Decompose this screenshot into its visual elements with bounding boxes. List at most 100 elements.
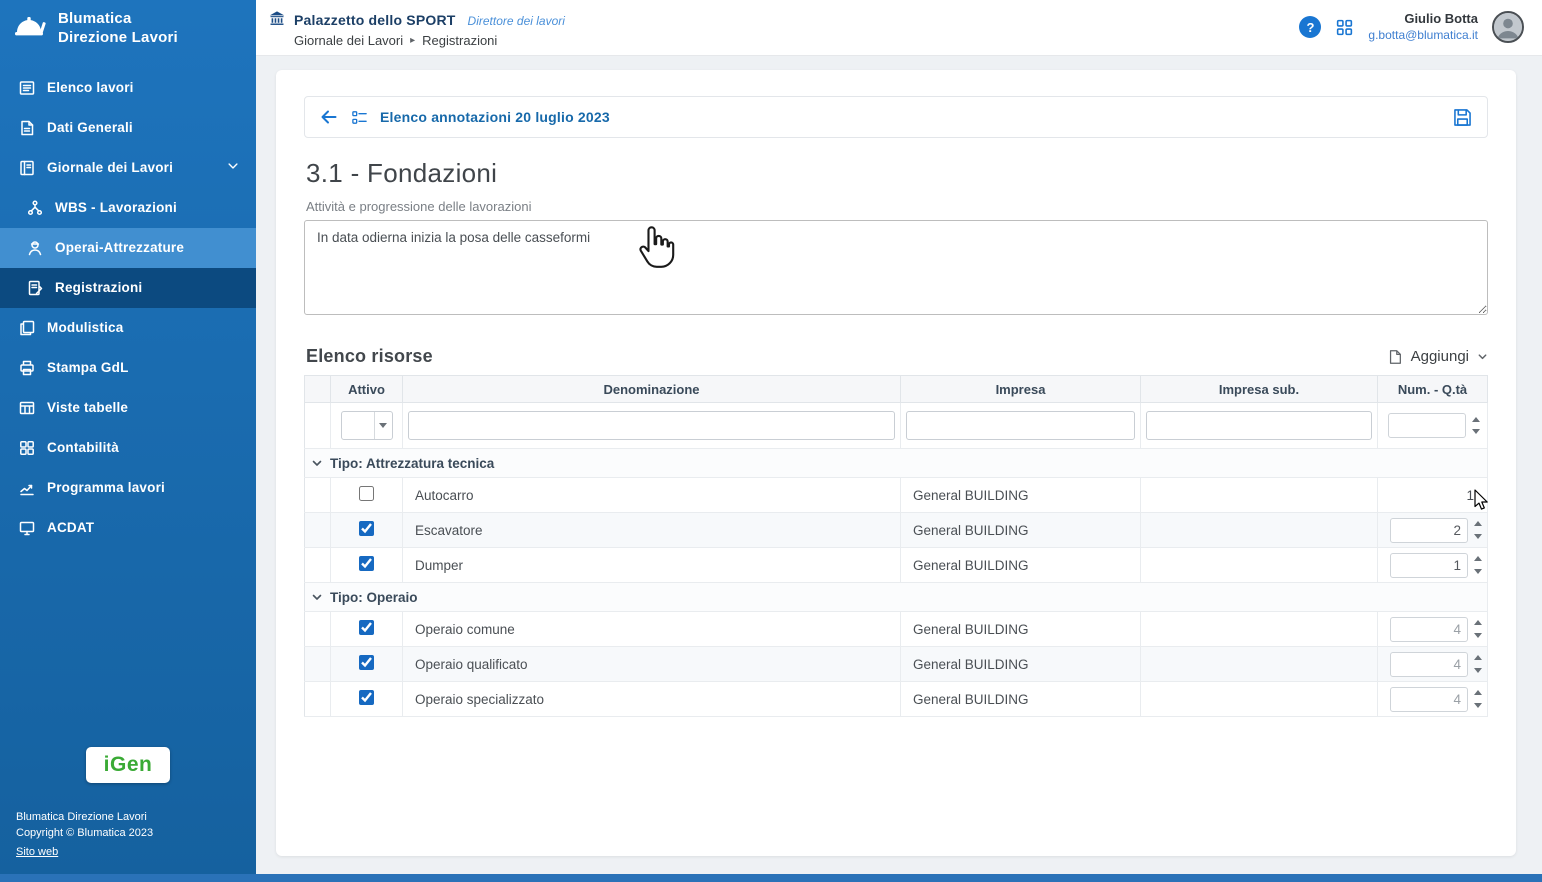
- sidebar-item-label: Giornale dei Lavori: [47, 160, 173, 175]
- sidebar-item-label: Stampa GdL: [47, 360, 129, 375]
- chevron-down-icon[interactable]: [374, 412, 392, 439]
- help-icon[interactable]: ?: [1299, 16, 1321, 38]
- hard-hat-icon: [14, 14, 48, 44]
- sidebar-item-label: ACDAT: [47, 520, 94, 535]
- column-header-impresa[interactable]: Impresa: [901, 376, 1141, 403]
- document-icon: [18, 119, 36, 137]
- spin-down-button[interactable]: [1471, 629, 1484, 642]
- resource-name: Operaio specializzato: [415, 692, 544, 707]
- footer-website-link[interactable]: Sito web: [16, 844, 58, 861]
- column-header-num-qta[interactable]: Num. - Q.tà: [1378, 376, 1488, 403]
- resource-name: Operaio qualificato: [415, 657, 528, 672]
- active-filter-select[interactable]: [341, 411, 393, 440]
- worker-icon: [26, 239, 44, 257]
- sidebar-item-dati-generali[interactable]: Dati Generali: [0, 108, 256, 148]
- sidebar-item-registrazioni[interactable]: Registrazioni: [0, 268, 256, 308]
- num-filter-input[interactable]: [1388, 413, 1466, 438]
- new-document-icon: [1387, 349, 1403, 365]
- chevron-down-icon: [1477, 351, 1488, 362]
- table-row: Operaio qualificato General BUILDING: [305, 647, 1488, 682]
- sidebar-footer: iGen Blumatica Direzione Lavori Copyrigh…: [0, 747, 256, 875]
- sidebar-item-label: Dati Generali: [47, 120, 133, 135]
- row-active-checkbox[interactable]: [359, 690, 374, 705]
- bottom-bar: [0, 874, 1542, 882]
- user-name: Giulio Botta: [1368, 11, 1478, 28]
- list-icon: [18, 79, 36, 97]
- sidebar-item-contabilita[interactable]: Contabilità: [0, 428, 256, 468]
- spin-down-button[interactable]: [1471, 699, 1484, 712]
- resource-name: Escavatore: [415, 523, 483, 538]
- resource-company: General BUILDING: [913, 622, 1029, 637]
- spin-down-button[interactable]: [1471, 530, 1484, 543]
- chevron-down-icon[interactable]: [226, 159, 240, 176]
- registration-card: Elenco annotazioni 20 luglio 2023 3.1 - …: [276, 70, 1516, 856]
- column-header-attivo[interactable]: Attivo: [331, 376, 403, 403]
- sidebar-item-label: Registrazioni: [55, 280, 142, 295]
- sidebar-item-stampa-gdl[interactable]: Stampa GdL: [0, 348, 256, 388]
- sidebar-item-label: Programma lavori: [47, 480, 165, 495]
- footer-app-name: Blumatica Direzione Lavori: [16, 809, 240, 826]
- resource-company: General BUILDING: [913, 523, 1029, 538]
- impresa-sub-filter-input[interactable]: [1146, 411, 1372, 440]
- denominazione-filter-input[interactable]: [408, 411, 895, 440]
- spin-up-button[interactable]: [1471, 617, 1484, 630]
- sidebar-item-wbs-lavorazioni[interactable]: WBS - Lavorazioni: [0, 188, 256, 228]
- group-label: Tipo: Operaio: [330, 590, 418, 605]
- spin-down-button[interactable]: [1471, 664, 1484, 677]
- resource-qty-input[interactable]: [1390, 553, 1468, 578]
- row-active-checkbox[interactable]: [359, 655, 374, 670]
- row-active-checkbox[interactable]: [359, 556, 374, 571]
- spin-up-button[interactable]: [1471, 652, 1484, 665]
- sidebar-item-elenco-lavori[interactable]: Elenco lavori: [0, 68, 256, 108]
- journal-icon: [18, 159, 36, 177]
- top-header: Palazzetto dello SPORT Direttore dei lav…: [256, 0, 1542, 56]
- row-active-checkbox[interactable]: [359, 486, 374, 501]
- row-active-checkbox[interactable]: [359, 620, 374, 635]
- spin-up-button[interactable]: [1471, 687, 1484, 700]
- resource-name: Autocarro: [415, 488, 474, 503]
- impresa-filter-input[interactable]: [906, 411, 1135, 440]
- page-title: 3.1 - Fondazioni: [306, 158, 1488, 189]
- column-header-denominazione[interactable]: Denominazione: [403, 376, 901, 403]
- resource-company: General BUILDING: [913, 692, 1029, 707]
- group-row[interactable]: Tipo: Operaio: [305, 583, 1488, 612]
- resource-company: General BUILDING: [913, 488, 1029, 503]
- sidebar-item-modulistica[interactable]: Modulistica: [0, 308, 256, 348]
- apps-grid-icon[interactable]: [1335, 18, 1354, 37]
- sidebar-item-giornale-dei-lavori[interactable]: Giornale dei Lavori: [0, 148, 256, 188]
- group-row[interactable]: Tipo: Attrezzatura tecnica: [305, 449, 1488, 478]
- resource-qty-input[interactable]: [1390, 652, 1468, 677]
- spin-down-button[interactable]: [1469, 426, 1482, 439]
- project-role: Direttore dei lavori: [468, 14, 565, 28]
- sidebar-item-programma-lavori[interactable]: Programma lavori: [0, 468, 256, 508]
- back-button[interactable]: [319, 107, 339, 127]
- spin-up-button[interactable]: [1471, 553, 1484, 566]
- save-button[interactable]: [1452, 107, 1473, 128]
- sidebar-item-viste-tabelle[interactable]: Viste tabelle: [0, 388, 256, 428]
- breadcrumb-item: Registrazioni: [422, 33, 497, 48]
- resource-qty-input[interactable]: [1390, 687, 1468, 712]
- resource-qty-input[interactable]: [1390, 617, 1468, 642]
- row-active-checkbox[interactable]: [359, 521, 374, 536]
- printer-icon: [18, 359, 36, 377]
- spin-up-button[interactable]: [1469, 413, 1482, 426]
- resource-qty-input[interactable]: [1390, 518, 1468, 543]
- table-row: Autocarro General BUILDING 1: [305, 478, 1488, 513]
- annotation-title[interactable]: Elenco annotazioni 20 luglio 2023: [380, 109, 610, 125]
- sidebar-item-acdat[interactable]: ACDAT: [0, 508, 256, 548]
- annotation-toolbar: Elenco annotazioni 20 luglio 2023: [304, 96, 1488, 138]
- activity-textarea[interactable]: In data odierna inizia la posa delle cas…: [304, 220, 1488, 315]
- sidebar-item-label: Elenco lavori: [47, 80, 134, 95]
- activity-label: Attività e progressione delle lavorazion…: [306, 199, 1488, 214]
- column-header-impresa-sub[interactable]: Impresa sub.: [1141, 376, 1378, 403]
- logo-title: Blumatica: [58, 10, 178, 29]
- spin-down-button[interactable]: [1471, 565, 1484, 578]
- avatar[interactable]: [1492, 11, 1524, 43]
- resources-table: Attivo Denominazione Impresa Impresa sub…: [304, 375, 1488, 717]
- sidebar-item-operai-attrezzature[interactable]: Operai-Attrezzature: [0, 228, 256, 268]
- spin-up-button[interactable]: [1471, 518, 1484, 531]
- add-resource-button[interactable]: Aggiungi: [1387, 348, 1488, 365]
- resource-name: Dumper: [415, 558, 463, 573]
- logo-subtitle: Direzione Lavori: [58, 29, 178, 48]
- breadcrumb-item[interactable]: Giornale dei Lavori: [294, 33, 403, 48]
